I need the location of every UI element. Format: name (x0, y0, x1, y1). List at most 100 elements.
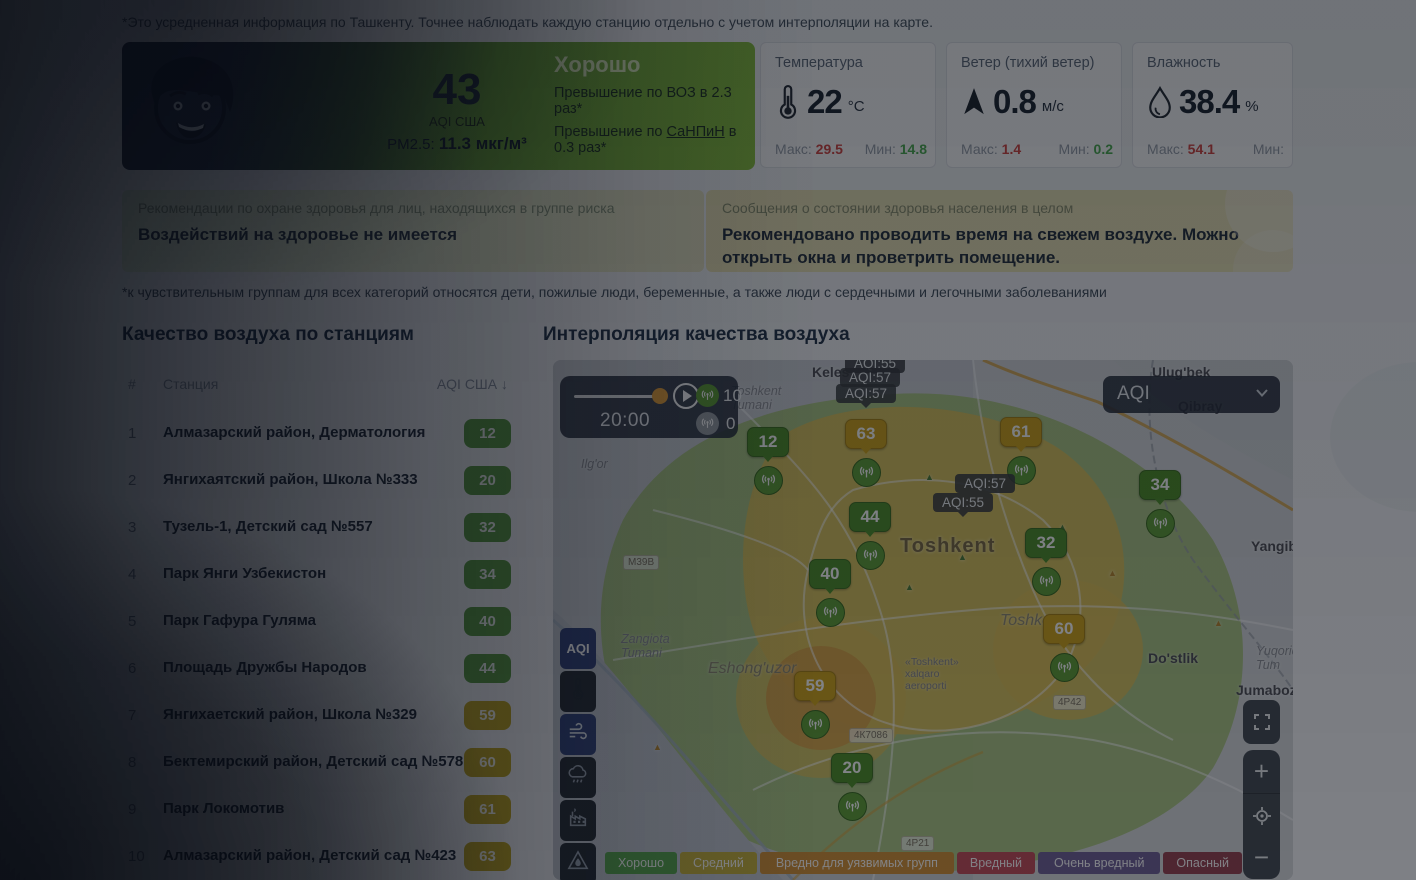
map-station-marker[interactable]: 59 (794, 671, 836, 739)
station-row[interactable]: 1Алмазарский район, Дерматология12 (122, 419, 512, 449)
station-row[interactable]: 2Янгихаятский район, Школа №33320 (122, 466, 512, 496)
aqi-footnote: *для расчетов применено среднегодовое зн… (554, 168, 749, 170)
station-rank: 3 (128, 519, 136, 536)
air-quality-map[interactable]: KelesToshkent TumaniUlug'bekQibrayIlg'or… (553, 360, 1293, 880)
marker-aqi-value: 32 (1025, 528, 1067, 558)
sensitive-groups-note: *к чувствительным группам для всех катег… (122, 284, 1292, 300)
general-advisory-text: Рекомендовано проводить время на свежем … (722, 223, 1277, 269)
face-avatar (132, 46, 252, 166)
map-station-marker[interactable]: 44 (849, 502, 891, 570)
time-slider-knob[interactable] (652, 388, 668, 404)
station-row[interactable]: 3Тузель-1, Детский сад №55732 (122, 513, 512, 543)
antenna-icon (754, 466, 783, 495)
locate-button[interactable] (1243, 793, 1280, 838)
station-row[interactable]: 5 Парк Гафура Гуляма 40 (122, 607, 512, 637)
layer-button-temperature[interactable] (560, 671, 596, 712)
layer-button-precipitation[interactable] (560, 757, 596, 798)
time-slider[interactable] (574, 395, 656, 398)
weather-value-unit: % (1245, 98, 1258, 115)
factory-icon (567, 807, 589, 834)
antenna-icon (852, 458, 881, 487)
station-name: Алмазарский район, Дерматология (163, 424, 425, 441)
station-aqi-badge: 40 (464, 607, 511, 636)
layer-button-fire[interactable] (560, 843, 596, 880)
layer-button-emissions[interactable] (560, 800, 596, 841)
station-name: Площадь Дружбы Народов (163, 659, 367, 676)
aqi-scale-label: AQI США (377, 114, 537, 129)
risk-group-advisory: Рекомендации по охране здоровья для лиц,… (122, 190, 704, 272)
legend-chip-вредный: Вредный (957, 852, 1035, 874)
marker-aqi-value: 63 (845, 419, 887, 449)
station-aqi-badge: 59 (464, 701, 511, 730)
col-aqi-sort[interactable]: AQI США ↓ (437, 376, 508, 392)
thermometer-icon (567, 678, 589, 705)
weather-card-droplet: Влажность38.4%Макс: 54.1Мин: (1132, 42, 1293, 168)
layer-dropdown-value: AQI (1117, 383, 1150, 405)
station-name: Янгихаятский район, Школа №333 (163, 471, 418, 488)
marker-aqi-value: 20 (831, 753, 873, 783)
layer-button-aqi[interactable]: AQI (560, 628, 596, 669)
general-advisory-title: Сообщения о состоянии здоровья населения… (722, 200, 1277, 216)
aqi-tooltip: AQI:57 (955, 474, 1015, 493)
risk-advisory-text: Воздействий на здоровье не имеется (138, 223, 688, 246)
weather-card-value: 22°C (775, 83, 923, 121)
station-online-icon (696, 384, 719, 407)
sanpin-link[interactable]: СаНПиН (667, 124, 725, 140)
weather-card-thermometer: Температура22°CМакс: 29.5Мин: 14.8 (760, 42, 936, 168)
station-rank: 5 (128, 613, 136, 630)
map-station-marker[interactable]: 60 (1043, 614, 1085, 682)
sanpin-exceed-line: Превышение по СаНПиН в 0.3 раз* (554, 124, 749, 156)
map-station-marker[interactable]: 40 (809, 559, 851, 627)
map-station-marker[interactable]: 63 (845, 419, 887, 487)
marker-aqi-value: 12 (747, 427, 789, 457)
layer-button-wind[interactable] (560, 714, 596, 755)
col-num: # (128, 376, 136, 392)
max-reading: Макс: 54.1 (1147, 141, 1215, 157)
layer-dropdown[interactable]: AQI (1103, 376, 1280, 413)
station-aqi-badge: 61 (464, 795, 511, 824)
stations-table-header: # Станция AQI США ↓ (122, 376, 512, 396)
thermometer-icon (775, 86, 801, 118)
station-row[interactable]: 6Площадь Дружбы Народов44 (122, 654, 512, 684)
weather-card-title: Температура (775, 55, 923, 71)
chevron-down-icon (1256, 389, 1268, 397)
station-aqi-badge: 34 (464, 560, 511, 589)
map-station-marker[interactable]: 20 (831, 753, 873, 821)
map-station-marker[interactable]: 32 (1025, 528, 1067, 596)
station-name: Бектемирский район, Детский сад №578 (163, 753, 463, 770)
station-row[interactable]: 8Бектемирский район, Детский сад №57860 (122, 748, 512, 778)
droplet-icon (1147, 86, 1173, 118)
legend-chip-очень: Очень вредный (1038, 852, 1160, 874)
station-aqi-badge: 12 (464, 419, 511, 448)
fullscreen-button[interactable] (1243, 700, 1280, 744)
stations-section-title: Качество воздуха по станциям (122, 324, 414, 346)
risk-advisory-title: Рекомендации по охране здоровья для лиц,… (138, 200, 688, 216)
station-rank: 8 (128, 754, 136, 771)
map-station-marker[interactable]: 34 (1139, 470, 1181, 538)
map-section-title: Интерполяция качества воздуха (543, 324, 850, 346)
zoom-in-button[interactable]: + (1243, 750, 1280, 793)
station-name: Парк Гафура Гуляма (163, 612, 316, 629)
timeline-time: 20:00 (600, 410, 650, 432)
station-row[interactable]: 7Янгихаетский район, Школа №32959 (122, 701, 512, 731)
fullscreen-icon (1253, 713, 1271, 731)
weather-card-value: 38.4% (1147, 83, 1280, 121)
antenna-icon (1032, 567, 1061, 596)
rain-cloud-icon (567, 764, 589, 791)
layer-button-label: AQI (566, 641, 589, 656)
weather-value-unit: °C (848, 98, 865, 115)
weather-card-title: Влажность (1147, 55, 1280, 71)
averaged-info-note: *Это усредненная информация по Ташкенту.… (122, 14, 1292, 30)
station-row[interactable]: 4Парк Янги Узбекистон34 (122, 560, 512, 590)
station-rank: 9 (128, 801, 136, 818)
station-row[interactable]: 9Парк Локомотив61 (122, 795, 512, 825)
station-row[interactable]: 10Алмазарский район, Детский сад №42363 (122, 842, 512, 872)
weather-card-value: 0.8м/с (961, 83, 1109, 121)
antenna-icon (838, 792, 867, 821)
zoom-out-button[interactable]: − (1243, 836, 1280, 879)
station-aqi-badge: 63 (464, 842, 511, 871)
aqi-status-text: Хорошо (554, 52, 749, 78)
map-station-marker[interactable]: 12 (747, 427, 789, 495)
who-exceed-line: Превышение по ВОЗ в 2.3 раз* (554, 85, 749, 117)
col-station: Станция (163, 376, 218, 392)
